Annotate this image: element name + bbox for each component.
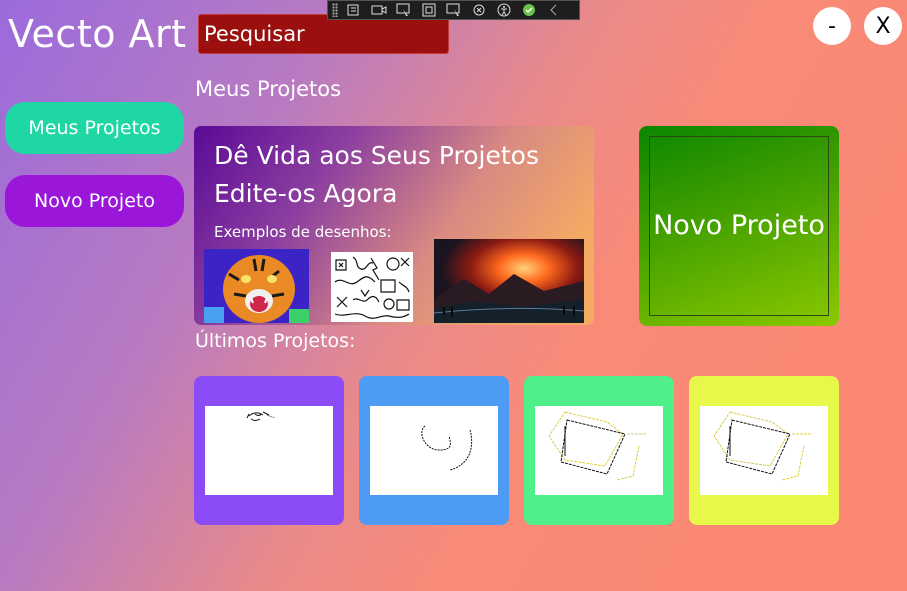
doodle-image <box>331 252 413 322</box>
hero-headline-2: Edite-os Agora <box>214 179 398 208</box>
sidebar-item-novo-projeto[interactable]: Novo Projeto <box>5 175 184 227</box>
accessibility-icon[interactable] <box>495 2 513 18</box>
section-title-meus-projetos: Meus Projetos <box>195 77 342 101</box>
track-focus-icon[interactable] <box>445 2 463 18</box>
app-title: Vecto Art <box>8 12 187 56</box>
project-thumbnail <box>700 406 828 495</box>
project-thumbnail <box>535 406 663 495</box>
examples-label: Exemplos de desenhos: <box>214 223 392 241</box>
select-element-icon[interactable] <box>395 2 413 18</box>
layout-adorner-icon[interactable] <box>420 2 438 18</box>
new-project-card-label: Novo Projeto <box>653 210 825 241</box>
project-thumbnail <box>205 406 333 495</box>
section-title-ultimos-projetos: Últimos Projetos: <box>195 330 356 352</box>
live-tree-icon[interactable] <box>345 2 363 18</box>
video-icon[interactable] <box>370 2 388 18</box>
grip-icon[interactable] <box>332 3 338 17</box>
sidebar-item-meus-projetos[interactable]: Meus Projetos <box>5 102 184 154</box>
collapse-icon[interactable] <box>545 2 563 18</box>
hero-banner: Dê Vida aos Seus Projetos Edite-os Agora… <box>194 126 594 325</box>
hero-headline-1: Dê Vida aos Seus Projetos <box>214 141 539 170</box>
debug-toolbar <box>327 0 580 20</box>
recent-project-card[interactable] <box>689 376 839 525</box>
minimize-button[interactable]: - <box>813 7 851 45</box>
landscape-image <box>434 239 584 323</box>
tiger-image <box>204 249 309 323</box>
project-thumbnail <box>370 406 498 495</box>
recent-project-card[interactable] <box>194 376 344 525</box>
recent-project-card[interactable] <box>359 376 509 525</box>
search-input[interactable] <box>198 14 449 54</box>
close-button[interactable]: X <box>864 7 902 45</box>
new-project-card[interactable]: Novo Projeto <box>639 126 839 326</box>
recent-project-card[interactable] <box>524 376 674 525</box>
binding-icon[interactable] <box>470 2 488 18</box>
checkmark-icon[interactable] <box>520 2 538 18</box>
